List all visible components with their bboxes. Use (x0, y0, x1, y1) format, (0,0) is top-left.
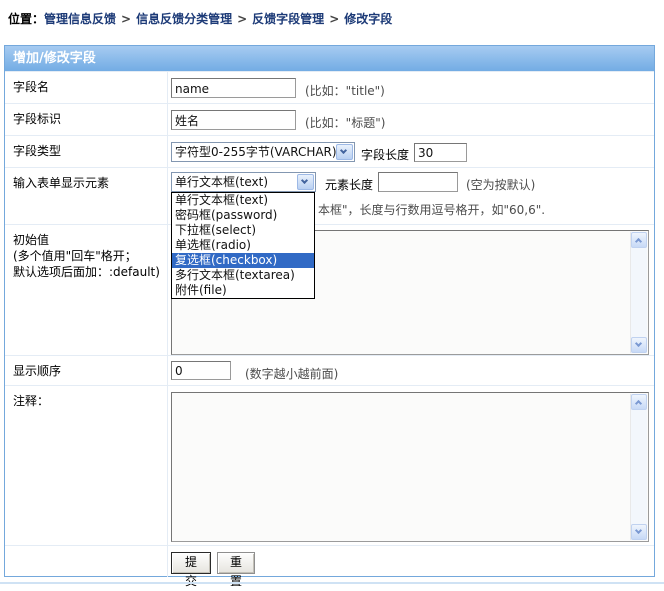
chevron-down-icon[interactable] (297, 174, 314, 190)
scrollbar[interactable] (630, 394, 647, 540)
element-length-input[interactable] (378, 172, 458, 192)
scroll-down-icon[interactable] (631, 524, 647, 540)
breadcrumb-link-category-admin[interactable]: 信息反馈分类管理 (136, 12, 232, 26)
display-element-select-value: 单行文本框(text) (172, 173, 315, 191)
field-name-label: 字段名 (5, 72, 168, 103)
row-initial-value: 初始值 (多个值用"回车"格开； 默认选项后面加：:default) (5, 224, 654, 355)
row-display-order: 显示顺序 (数字越小越前面) (5, 355, 654, 385)
field-length-label: 字段长度 (361, 146, 409, 163)
dropdown-option-file[interactable]: 附件(file) (172, 283, 314, 298)
row-display-element: 输入表单显示元素 单行文本框(text) 元素长度 (空为按默认) 本框"，长度… (5, 167, 654, 224)
field-type-select-value: 字符型0-255字节(VARCHAR) (172, 143, 354, 161)
breadcrumb-separator: > (121, 12, 131, 26)
comment-textarea[interactable] (171, 392, 649, 542)
add-modify-field-panel: 增加/修改字段 字段名 (比如："title") 字段标识 (比如："标题") … (4, 45, 655, 577)
scrollbar[interactable] (630, 232, 647, 353)
breadcrumb-prefix: 位置： (8, 12, 44, 26)
scroll-up-icon[interactable] (631, 232, 647, 248)
row-field-name: 字段名 (比如："title") (5, 71, 654, 103)
field-key-hint: (比如："标题") (305, 114, 385, 131)
page-bottom-divider (0, 582, 664, 584)
dropdown-option-password[interactable]: 密码框(password) (172, 208, 314, 223)
dropdown-option-select[interactable]: 下拉框(select) (172, 223, 314, 238)
dropdown-option-text[interactable]: 单行文本框(text) (172, 193, 314, 208)
field-type-select[interactable]: 字符型0-255字节(VARCHAR) (171, 142, 355, 162)
display-order-label: 显示顺序 (5, 356, 168, 385)
display-order-hint: (数字越小越前面) (245, 365, 338, 382)
actions-label-spacer (5, 546, 168, 577)
field-key-input[interactable] (171, 110, 296, 130)
submit-button[interactable]: 提交 (171, 552, 211, 574)
dropdown-option-textarea[interactable]: 多行文本框(textarea) (172, 268, 314, 283)
breadcrumb: 位置：管理信息反馈 > 信息反馈分类管理 > 反馈字段管理 > 修改字段 (8, 10, 392, 27)
field-name-hint: (比如："title") (305, 82, 385, 99)
field-type-label: 字段类型 (5, 136, 168, 167)
field-length-input[interactable] (414, 143, 467, 162)
row-field-type: 字段类型 字符型0-255字节(VARCHAR) 字段长度 (5, 135, 654, 167)
scroll-down-icon[interactable] (631, 337, 647, 353)
element-length-label: 元素长度 (325, 176, 373, 193)
row-comment: 注释： (5, 385, 654, 545)
row-actions: 提交 重置 (5, 545, 654, 577)
breadcrumb-separator: > (329, 12, 339, 26)
scroll-up-icon[interactable] (631, 394, 647, 410)
field-key-label: 字段标识 (5, 104, 168, 135)
initial-value-label: 初始值 (多个值用"回车"格开； 默认选项后面加：:default) (5, 225, 168, 355)
breadcrumb-link-feedback-admin[interactable]: 管理信息反馈 (44, 12, 116, 26)
field-name-input[interactable] (171, 78, 296, 98)
display-element-select[interactable]: 单行文本框(text) (171, 172, 316, 192)
display-element-dropdown-list: 单行文本框(text) 密码框(password) 下拉框(select) 单选… (171, 192, 315, 299)
breadcrumb-current-page: 修改字段 (344, 12, 392, 26)
display-element-note: 本框"，长度与行数用逗号格开，如"60,6". (318, 201, 545, 218)
chevron-down-icon[interactable] (336, 144, 353, 160)
element-length-hint: (空为按默认) (466, 176, 535, 193)
panel-title: 增加/修改字段 (5, 46, 654, 71)
dropdown-option-radio[interactable]: 单选框(radio) (172, 238, 314, 253)
dropdown-option-checkbox[interactable]: 复选框(checkbox) (172, 253, 314, 268)
comment-label: 注释： (5, 386, 168, 545)
reset-button[interactable]: 重置 (217, 552, 255, 574)
breadcrumb-link-field-admin[interactable]: 反馈字段管理 (252, 12, 324, 26)
display-element-label: 输入表单显示元素 (5, 168, 168, 224)
display-order-input[interactable] (171, 361, 231, 380)
breadcrumb-separator: > (237, 12, 247, 26)
row-field-key: 字段标识 (比如："标题") (5, 103, 654, 135)
